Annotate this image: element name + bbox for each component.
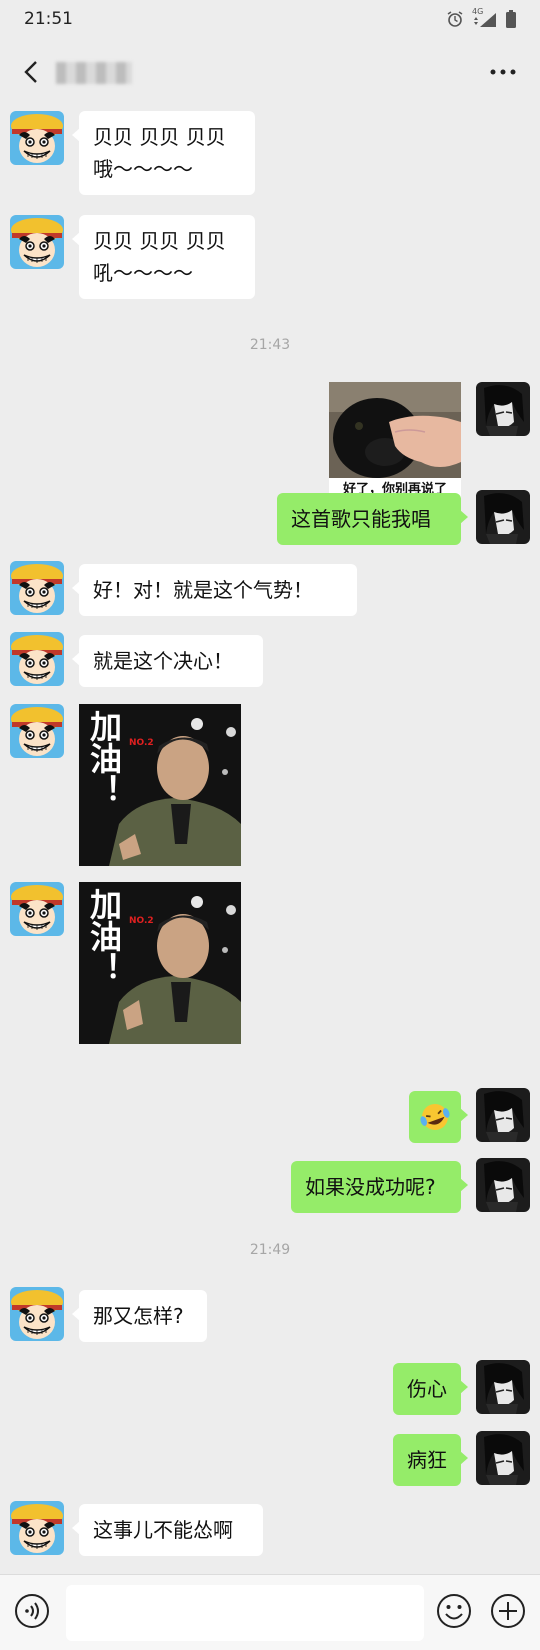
message-row-received: 加油！ NO.2 (0, 704, 540, 868)
message-row-received: 贝贝 贝贝 贝贝 哦～～～～ (0, 111, 540, 199)
jiayou-sticker[interactable]: 加油！ NO.2 (79, 704, 241, 866)
message-row-received: 贝贝 贝贝 贝贝 吼～～～～ (0, 215, 540, 303)
emoji-icon[interactable] (436, 1593, 472, 1629)
message-bubble-emoji[interactable]: 🤣 (409, 1091, 468, 1143)
input-bar (0, 1574, 540, 1650)
battery-icon (506, 10, 516, 28)
sticker-badge: NO.2 (129, 738, 154, 748)
message-bubble[interactable]: 这首歌只能我唱 (277, 493, 468, 545)
message-bubble[interactable]: 贝贝 贝贝 贝贝 哦～～～～ (72, 111, 255, 195)
friend-avatar[interactable] (10, 632, 64, 686)
dog-sticker-image (329, 382, 461, 478)
message-bubble[interactable]: 如果没成功呢? (291, 1161, 468, 1213)
friend-avatar[interactable] (10, 215, 64, 269)
status-bar: 21:51 4G (0, 0, 540, 40)
message-list[interactable]: 贝贝 贝贝 贝贝 哦～～～～ 贝贝 贝贝 贝贝 吼～～～～ 21:43 好了，你… (0, 104, 540, 1574)
message-input[interactable] (66, 1585, 424, 1641)
my-avatar[interactable] (476, 1431, 530, 1485)
message-row-sent: 伤心 (0, 1360, 540, 1420)
sticker-text: 加油！ (85, 888, 123, 984)
message-row-sent: 好了，你别再说了 (0, 382, 540, 502)
sticker-badge: NO.2 (129, 916, 154, 926)
message-bubble[interactable]: 就是这个决心！ (72, 635, 263, 687)
jiayou-sticker[interactable]: 加油！ NO.2 (79, 882, 241, 1044)
message-row-received: 这事儿不能怂啊 (0, 1501, 540, 1561)
message-row-received: 就是这个决心！ (0, 632, 540, 692)
status-time: 21:51 (24, 9, 73, 29)
message-bubble[interactable]: 这事儿不能怂啊 (72, 1504, 263, 1556)
friend-avatar[interactable] (10, 561, 64, 615)
dog-sticker[interactable]: 好了，你别再说了 (329, 382, 461, 500)
signal-icon: 4G (472, 7, 498, 28)
friend-avatar[interactable] (10, 1287, 64, 1341)
my-avatar[interactable] (476, 382, 530, 436)
message-row-sent: 病狂 (0, 1431, 540, 1491)
alarm-icon (447, 11, 463, 27)
rofl-emoji-icon (420, 1104, 450, 1130)
message-row-received: 加油！ NO.2 (0, 882, 540, 1046)
chevron-left-icon[interactable] (18, 58, 46, 86)
my-avatar[interactable] (476, 1360, 530, 1414)
friend-avatar[interactable] (10, 1501, 64, 1555)
friend-avatar[interactable] (10, 882, 64, 936)
my-avatar[interactable] (476, 1088, 530, 1142)
message-bubble[interactable]: 病狂 (393, 1434, 468, 1486)
sticker-text: 加油！ (85, 710, 123, 806)
message-bubble[interactable]: 伤心 (393, 1363, 468, 1415)
voice-icon[interactable] (14, 1593, 50, 1629)
timestamp: 21:49 (249, 1242, 291, 1258)
more-dots-icon[interactable] (488, 62, 518, 82)
timestamp: 21:43 (249, 337, 291, 353)
message-bubble[interactable]: 好！对！就是这个气势！ (72, 564, 357, 616)
message-bubble[interactable]: 贝贝 贝贝 贝贝 吼～～～～ (72, 215, 255, 299)
plus-icon[interactable] (490, 1593, 526, 1629)
message-row-sent: 这首歌只能我唱 (0, 490, 540, 550)
friend-avatar[interactable] (10, 704, 64, 758)
message-row-received: 好！对！就是这个气势！ (0, 561, 540, 621)
message-row-sent: 🤣 (0, 1088, 540, 1148)
message-row-received: 那又怎样? (0, 1287, 540, 1347)
chat-header: ██████ (0, 40, 540, 104)
my-avatar[interactable] (476, 1158, 530, 1212)
friend-avatar[interactable] (10, 111, 64, 165)
my-avatar[interactable] (476, 490, 530, 544)
message-row-sent: 如果没成功呢? (0, 1158, 540, 1218)
contact-name-blurred[interactable]: ██████ (56, 62, 132, 84)
message-bubble[interactable]: 那又怎样? (72, 1290, 207, 1342)
status-icons: 4G (446, 7, 516, 28)
